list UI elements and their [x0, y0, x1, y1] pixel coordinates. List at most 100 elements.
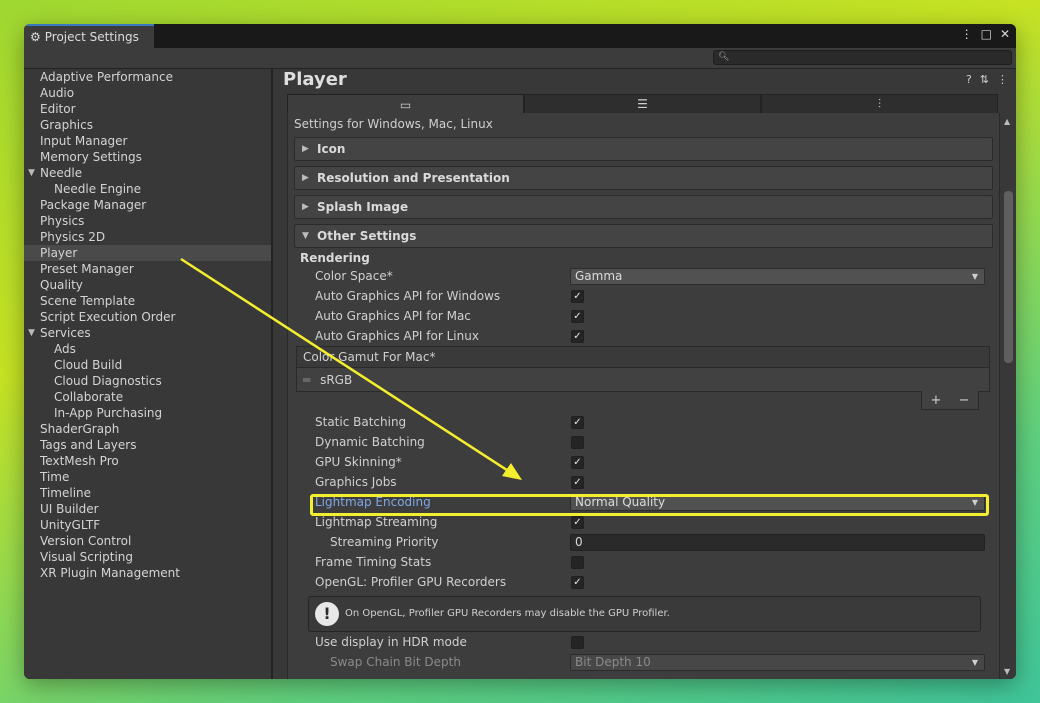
more-options-icon[interactable]: ⋮	[961, 27, 973, 41]
color-space-row: Color Space* Gamma ▼	[294, 267, 993, 287]
search-input[interactable]: 🔍︎	[713, 50, 1012, 65]
list-item[interactable]: ═ sRGB	[297, 368, 989, 392]
settings-panel: Settings for Windows, Mac, Linux ▶ Icon …	[287, 113, 1000, 679]
rendering-label: Rendering	[300, 251, 370, 265]
auto-api-linux-row: Auto Graphics API for Linux ✓	[294, 327, 993, 347]
window-controls: ⋮ □ ✕	[961, 27, 1010, 41]
lightmap-streaming-checkbox[interactable]: ✓	[571, 516, 584, 529]
scroll-up-icon[interactable]: ▲	[1004, 117, 1010, 126]
swap-chain-dropdown: Bit Depth 10 ▼	[570, 654, 985, 671]
sliders-icon[interactable]: ⇅	[980, 73, 989, 86]
sidebar-item-tags-and-layers[interactable]: Tags and Layers	[24, 437, 271, 453]
sidebar-item-version-control[interactable]: Version Control	[24, 533, 271, 549]
sidebar-item-quality[interactable]: Quality	[24, 277, 271, 293]
frame-timing-checkbox[interactable]	[571, 556, 584, 569]
graphics-jobs-checkbox[interactable]: ✓	[571, 476, 584, 489]
opengl-profiler-checkbox[interactable]: ✓	[571, 576, 584, 589]
sidebar-item-shadergraph[interactable]: ShaderGraph	[24, 421, 271, 437]
sidebar-item-timeline[interactable]: Timeline	[24, 485, 271, 501]
sidebar-item-xr-plugin-management[interactable]: XR Plugin Management	[24, 565, 271, 581]
auto-api-windows-row: Auto Graphics API for Windows ✓	[294, 287, 993, 307]
streaming-priority-input[interactable]: 0	[570, 534, 985, 551]
color-gamut-header: Color Gamut For Mac*	[297, 347, 989, 368]
help-icon[interactable]: ?	[966, 73, 972, 86]
gear-icon: ⚙	[30, 30, 41, 44]
expand-arrow-icon[interactable]: ▼	[28, 165, 35, 181]
triangle-right-icon: ▶	[302, 144, 309, 154]
remove-button[interactable]: −	[959, 393, 970, 408]
sidebar-item-preset-manager[interactable]: Preset Manager	[24, 261, 271, 277]
tab-server[interactable]: ☰	[524, 94, 761, 114]
opengl-profiler-row: OpenGL: Profiler GPU Recorders ✓	[294, 573, 993, 593]
hdr-display-checkbox[interactable]	[571, 636, 584, 649]
main-panel: Player ? ⇅ ⋮ ▭ ☰ ⫶ Settings for Windows,…	[273, 69, 1016, 679]
sidebar-item-collaborate[interactable]: Collaborate	[24, 389, 271, 405]
scrollbar[interactable]: ▲ ▼	[1001, 113, 1016, 679]
more-icon[interactable]: ⋮	[997, 73, 1008, 86]
sidebar-item-cloud-diagnostics[interactable]: Cloud Diagnostics	[24, 373, 271, 389]
drag-handle-icon[interactable]: ═	[303, 373, 310, 387]
scroll-down-icon[interactable]: ▼	[1004, 667, 1010, 676]
foldout-splash-image[interactable]: ▶ Splash Image	[294, 195, 993, 219]
expand-arrow-icon[interactable]: ▼	[28, 325, 35, 341]
gpu-skinning-checkbox[interactable]: ✓	[571, 456, 584, 469]
tab-standalone[interactable]: ▭	[287, 94, 524, 114]
sidebar-item-in-app-purchasing[interactable]: In-App Purchasing	[24, 405, 271, 421]
auto-api-mac-checkbox[interactable]: ✓	[571, 310, 584, 323]
foldout-icon[interactable]: ▶ Icon	[294, 137, 993, 161]
monitor-icon: ▭	[399, 97, 412, 112]
triangle-down-icon: ▼	[302, 231, 309, 241]
chevron-down-icon: ▼	[971, 272, 978, 281]
sidebar-item-package-manager[interactable]: Package Manager	[24, 197, 271, 213]
maximize-icon[interactable]: □	[981, 27, 992, 41]
dynamic-batching-checkbox[interactable]	[571, 436, 584, 449]
sidebar-item-ads[interactable]: Ads	[24, 341, 271, 357]
warning-icon: !	[315, 602, 339, 626]
sidebar-item-needle-engine[interactable]: Needle Engine	[24, 181, 271, 197]
sidebar-item-adaptive-performance[interactable]: Adaptive Performance	[24, 69, 271, 85]
sidebar-item-player[interactable]: Player	[24, 245, 271, 261]
auto-api-mac-row: Auto Graphics API for Mac ✓	[294, 307, 993, 327]
sidebar-item-audio[interactable]: Audio	[24, 85, 271, 101]
sidebar-item-cloud-build[interactable]: Cloud Build	[24, 357, 271, 373]
sidebar-item-editor[interactable]: Editor	[24, 101, 271, 117]
sidebar-item-services[interactable]: ▼ Services	[24, 325, 271, 341]
close-icon[interactable]: ✕	[1000, 27, 1010, 41]
sidebar-item-scene-template[interactable]: Scene Template	[24, 293, 271, 309]
foldout-resolution[interactable]: ▶ Resolution and Presentation	[294, 166, 993, 190]
swap-chain-row: Swap Chain Bit Depth Bit Depth 10 ▼	[294, 653, 993, 673]
gpu-skinning-row: GPU Skinning* ✓	[294, 453, 993, 473]
help-box: ! On OpenGL, Profiler GPU Recorders may …	[308, 596, 981, 632]
sidebar-item-script-execution-order[interactable]: Script Execution Order	[24, 309, 271, 325]
tab-android[interactable]: ⫶	[761, 94, 998, 114]
sidebar-item-ui-builder[interactable]: UI Builder	[24, 501, 271, 517]
sidebar-item-memory-settings[interactable]: Memory Settings	[24, 149, 271, 165]
dynamic-batching-row: Dynamic Batching	[294, 433, 993, 453]
streaming-priority-row: Streaming Priority 0	[294, 533, 993, 553]
auto-api-windows-checkbox[interactable]: ✓	[571, 290, 584, 303]
static-batching-checkbox[interactable]: ✓	[571, 416, 584, 429]
sidebar: Adaptive Performance Audio Editor Graphi…	[24, 69, 273, 679]
sidebar-item-physics[interactable]: Physics	[24, 213, 271, 229]
add-button[interactable]: +	[931, 393, 942, 408]
header-icons: ? ⇅ ⋮	[966, 73, 1008, 86]
sidebar-item-time[interactable]: Time	[24, 469, 271, 485]
search-row: 🔍︎	[24, 48, 1016, 69]
sidebar-item-physics-2d[interactable]: Physics 2D	[24, 229, 271, 245]
foldout-other-settings[interactable]: ▼ Other Settings	[294, 224, 993, 248]
page-title: Player	[283, 69, 347, 90]
window-title: Project Settings	[44, 30, 139, 44]
sidebar-item-input-manager[interactable]: Input Manager	[24, 133, 271, 149]
sidebar-item-visual-scripting[interactable]: Visual Scripting	[24, 549, 271, 565]
auto-api-linux-checkbox[interactable]: ✓	[571, 330, 584, 343]
sidebar-item-unitygltf[interactable]: UnityGLTF	[24, 517, 271, 533]
sidebar-item-needle[interactable]: ▼ Needle	[24, 165, 271, 181]
color-space-dropdown[interactable]: Gamma ▼	[570, 268, 985, 285]
graphics-jobs-row: Graphics Jobs ✓	[294, 473, 993, 493]
sidebar-item-graphics[interactable]: Graphics	[24, 117, 271, 133]
triangle-right-icon: ▶	[302, 202, 309, 212]
annotation-highlight-box	[310, 494, 989, 516]
scroll-thumb[interactable]	[1004, 191, 1013, 363]
window-tab[interactable]: ⚙ Project Settings	[24, 24, 154, 48]
sidebar-item-textmesh-pro[interactable]: TextMesh Pro	[24, 453, 271, 469]
